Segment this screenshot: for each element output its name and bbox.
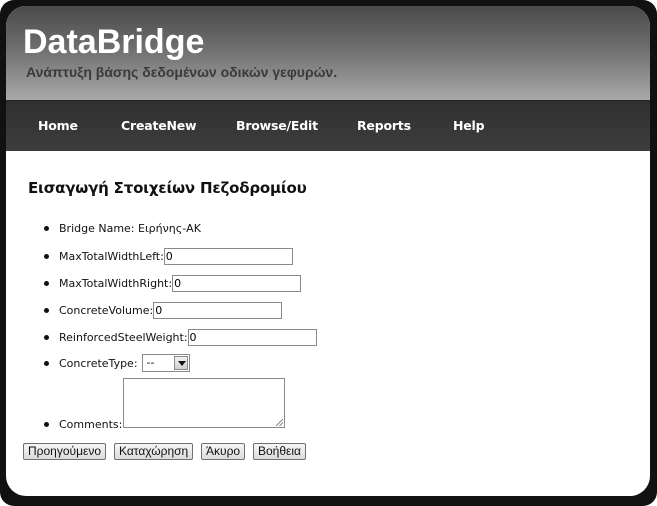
header: DataBridge Ανάπτυξη βάσης δεδομένων οδικ… (6, 6, 650, 100)
nav-browse-edit[interactable]: Browse/Edit (236, 118, 318, 133)
submit-button[interactable]: Καταχώρηση (114, 443, 194, 460)
concrete-type-select[interactable]: -- (141, 354, 190, 372)
concrete-type-selected-value: -- (146, 356, 155, 369)
browser-frame: DataBridge Ανάπτυξη βάσης δεδομένων οδικ… (0, 0, 657, 506)
max-total-width-left-item: MaxTotalWidthLeft: (44, 246, 293, 266)
nav-reports[interactable]: Reports (357, 118, 411, 133)
nav-home[interactable]: Home (38, 118, 78, 133)
site-logo-title[interactable]: DataBridge (23, 22, 204, 62)
bridge-name-item: Bridge Name: Ειρήνης-ΑΚ (44, 218, 201, 238)
page-title: Εισαγωγή Στοιχείων Πεζοδρομίου (28, 179, 307, 197)
concrete-type-label: ConcreteType: (59, 356, 138, 370)
concrete-volume-item: ConcreteVolume: (44, 300, 283, 320)
concrete-volume-input[interactable] (153, 301, 283, 319)
site-tagline: Ανάπτυξη βάσης δεδομένων οδικών γεφυρών. (26, 64, 338, 80)
bullet (44, 226, 49, 231)
concrete-type-item: ConcreteType: -- (44, 353, 190, 373)
bullet (44, 422, 49, 427)
page: DataBridge Ανάπτυξη βάσης δεδομένων οδικ… (6, 6, 650, 496)
bridge-name-label: Bridge Name: Ειρήνης-ΑΚ (59, 221, 201, 235)
cancel-button[interactable]: Άκυρο (201, 443, 246, 460)
resize-grip-icon[interactable] (276, 419, 283, 426)
comments-label: Comments: (59, 417, 123, 431)
max-total-width-right-label: MaxTotalWidthRight: (59, 276, 173, 290)
reinforced-steel-weight-input[interactable] (187, 328, 317, 346)
bullet (44, 281, 49, 286)
comments-item: Comments: (44, 414, 122, 434)
max-total-width-left-label: MaxTotalWidthLeft: (59, 249, 164, 263)
main-nav: Home CreateNew Browse/Edit Reports Help (6, 100, 650, 151)
max-total-width-left-input[interactable] (163, 247, 293, 265)
previous-button[interactable]: Προηγούμενο (23, 443, 107, 460)
reinforced-steel-weight-label: ReinforcedSteelWeight: (59, 330, 188, 344)
bullet (44, 335, 49, 340)
reinforced-steel-weight-item: ReinforcedSteelWeight: (44, 327, 317, 347)
concrete-volume-label: ConcreteVolume: (59, 303, 154, 317)
bullet (44, 308, 49, 313)
dropdown-arrow-icon[interactable] (173, 356, 188, 370)
help-button[interactable]: Βοήθεια (253, 443, 306, 460)
max-total-width-right-item: MaxTotalWidthRight: (44, 273, 302, 293)
max-total-width-right-input[interactable] (172, 274, 302, 292)
nav-create-new[interactable]: CreateNew (121, 118, 197, 133)
nav-help[interactable]: Help (453, 118, 485, 133)
comments-textarea[interactable] (123, 378, 285, 428)
bullet (44, 361, 49, 366)
bullet (44, 254, 49, 259)
